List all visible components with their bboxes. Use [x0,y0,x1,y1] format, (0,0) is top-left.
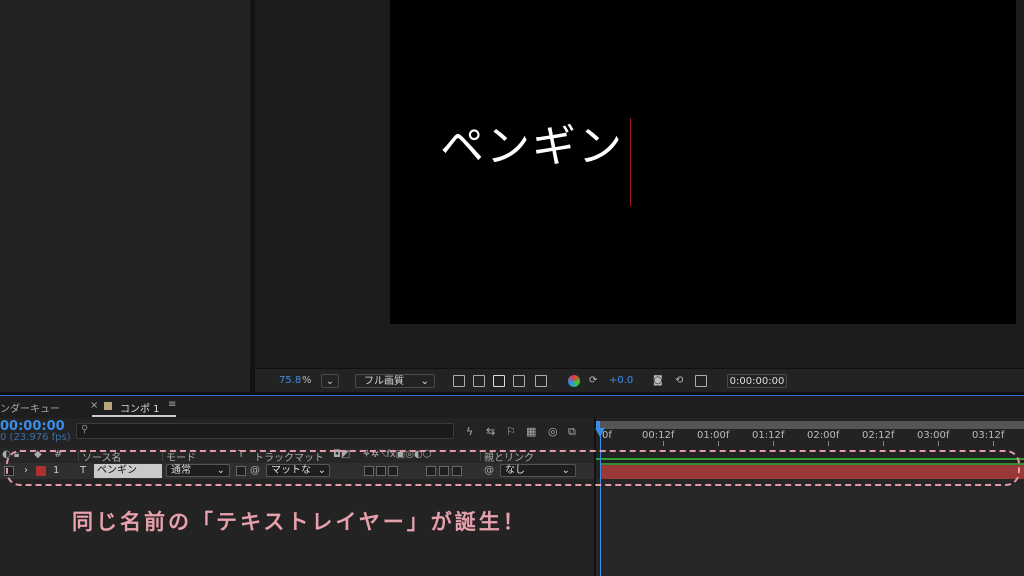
comp-color-swatch [104,402,112,410]
ruler-tick-label: 03:00f [917,430,950,441]
project-panel [0,0,250,392]
comp-flowchart-icon[interactable]: ⇆ [486,425,495,438]
chevron-down-icon: ⌄ [420,376,429,387]
exposure-reset-icon[interactable]: ⟳ [589,374,597,388]
timeline-tab-bar: ンダーキュー × コンポ 1 ≡ [0,396,1024,418]
color-channels-icon[interactable] [568,375,580,387]
timeline-track-area[interactable] [596,479,1024,576]
guides-icon[interactable] [535,375,547,387]
motion-blur-icon[interactable]: ◎ [548,425,558,438]
tab-render-queue[interactable]: ンダーキュー [0,400,60,415]
mask-visibility-icon[interactable] [493,375,505,387]
ruler-tick-label: 01:00f [697,430,730,441]
ruler-tick-mark [718,441,719,446]
ruler-tick-label: 02:12f [862,430,895,441]
ruler-tick-mark [663,441,664,446]
fast-preview-icon[interactable] [453,375,465,387]
layer-search-input[interactable] [76,423,454,439]
ruler-tick-mark [938,441,939,446]
annotation-caption: 同じ名前の「テキストレイヤー」が誕生！ [72,510,527,534]
ruler-tick-label: 02:00f [807,430,840,441]
ruler-tick-label: 01:12f [752,430,785,441]
exposure-value[interactable]: +0.0 [609,374,633,388]
ruler-tick-mark [883,441,884,446]
annotation-highlight-box [6,450,1020,486]
ruler-tick-mark [773,441,774,446]
frame-rate: 0 (23.976 fps) [0,432,71,443]
ruler-tick-mark [993,441,994,446]
tab-comp-1[interactable]: コンポ 1 [120,400,160,415]
region-of-interest-icon[interactable] [513,375,525,387]
zoom-value[interactable]: 75.8 [279,374,301,388]
graph-editor-icon[interactable]: ⧉ [568,425,576,439]
timeline-divider[interactable] [594,418,596,576]
ruler-tick-mark [828,441,829,446]
zoom-unit: % [302,375,312,386]
transparency-grid-icon[interactable] [473,375,485,387]
playhead-handle[interactable] [595,428,605,437]
snapshot-icon[interactable]: ◙ [653,374,663,388]
draft-3d-icon[interactable]: ϟ [466,425,473,438]
shy-layers-icon[interactable]: ⚐ [506,425,516,438]
frame-blending-icon[interactable]: ▦ [526,425,536,438]
active-tab-indicator [92,415,176,417]
resolution-label: フル画質 [364,376,404,387]
work-area-bar[interactable] [596,421,1024,429]
viewer-toolbar: 75.8 % ⌄ フル画質 ⌄ ⟳ +0.0 ◙ ⟲ 0:00:00:00 [255,368,1024,392]
resolution-dropdown[interactable]: フル画質 ⌄ [355,374,435,388]
channel-icon[interactable] [695,375,707,387]
close-icon[interactable]: × [90,400,98,411]
text-insertion-cursor [630,118,631,206]
viewer-timecode[interactable]: 0:00:00:00 [727,374,787,388]
ruler-tick-label: 03:12f [972,430,1005,441]
panel-menu-icon[interactable]: ≡ [168,399,176,410]
zoom-dropdown-icon[interactable]: ⌄ [321,374,339,388]
ruler-tick-label: 00:12f [642,430,675,441]
comp-text-layer[interactable]: ペンギン [440,110,624,174]
show-snapshot-icon[interactable]: ⟲ [675,374,683,388]
search-icon: ⚲ [81,424,89,435]
